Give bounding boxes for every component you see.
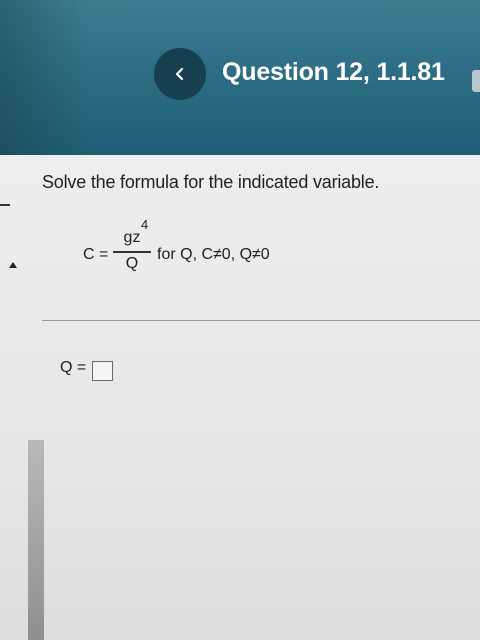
- instruction-text: Solve the formula for the indicated vari…: [42, 172, 380, 192]
- header-edge-handle: [472, 70, 480, 92]
- equation-fraction: gz 4 Q: [113, 217, 151, 273]
- section-divider: [42, 320, 480, 321]
- header-shadow: [0, 0, 90, 155]
- back-button[interactable]: [154, 48, 206, 100]
- equation-lhs: C =: [83, 246, 109, 263]
- answer-input[interactable]: [92, 361, 113, 381]
- fraction-numerator: gz 4: [113, 217, 151, 249]
- fraction-denominator: Q: [125, 254, 139, 272]
- collapse-arrow-icon[interactable]: [9, 262, 17, 268]
- gutter-marker: [0, 204, 10, 206]
- equation-conditions: for Q, C≠0, Q≠0: [157, 246, 270, 263]
- chevron-left-icon: [175, 67, 184, 81]
- numerator-text: gz: [123, 229, 141, 246]
- fraction-bar: [113, 251, 151, 253]
- exponent-text: 4: [141, 217, 149, 232]
- scrollbar[interactable]: [28, 440, 44, 640]
- question-content: [0, 155, 480, 640]
- question-header: Question 12, 1.1.81: [0, 0, 480, 155]
- question-title: Question 12, 1.1.81: [222, 58, 445, 86]
- answer-label: Q =: [60, 359, 87, 376]
